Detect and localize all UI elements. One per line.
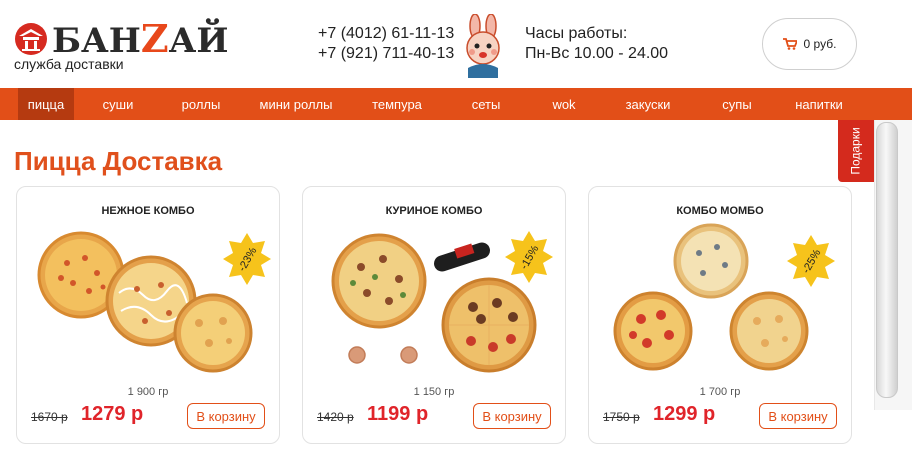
cart-total: 0 руб. [803,37,837,51]
product-title: НЕЖНОЕ КОМБО [101,205,195,217]
nav-item-sets[interactable]: сеты [442,88,530,120]
product-weight: 1 900 гр [127,386,169,398]
logo-subtitle: служба доставки [14,56,124,72]
nav-item-mini-rolls[interactable]: мини роллы [240,88,352,120]
main-nav: пицца суши роллы мини роллы темпура сеты… [0,88,912,120]
phone-numbers: +7 (4012) 61-11-13 +7 (921) 711-40-13 [318,24,454,64]
discount-starburst-icon: -25% [787,235,835,287]
add-to-cart-button[interactable]: В корзину [473,403,551,429]
old-price: 1750 р [603,410,640,424]
pizza-icon [441,277,537,373]
sauce-cup-icon [348,346,418,364]
product-weight: 1 150 гр [413,386,455,398]
pizza-combo-image: -23% [37,231,271,373]
working-hours: Часы работы: Пн-Вс 10.00 - 24.00 [525,24,668,64]
nav-item-tempura[interactable]: темпура [352,88,442,120]
site-header: БАНZАЙ служба доставки +7 (4012) 61-11-1… [0,0,912,88]
current-price: 1279 р [81,403,144,425]
pizza-combo-image: -15% [331,231,553,373]
add-to-cart-button[interactable]: В корзину [187,403,265,429]
product-card[interactable]: КУРИНОЕ КОМБО -15% 1 150 гр 1420 р 1199 … [302,186,566,444]
discount-starburst-icon: -23% [223,233,271,285]
pizza-icon [673,223,749,299]
nav-item-wok[interactable]: wok [530,88,598,120]
current-price: 1199 р [367,403,429,425]
cart-button[interactable]: 0 руб. [762,18,857,70]
pizza-icon [331,233,427,329]
gifts-tab[interactable]: Подарки [838,120,874,182]
bunny-mascot-icon [466,14,500,78]
logo-text-part: АЙ [168,21,229,61]
nav-item-soups[interactable]: супы [698,88,776,120]
discount-starburst-icon: -15% [505,231,553,283]
pizza-combo-image: -25% [613,223,835,371]
nav-item-snacks[interactable]: закуски [598,88,698,120]
logo-text-part: БАН [52,21,141,61]
logo-text: БАНZАЙ [52,16,228,61]
nav-item-sushi[interactable]: суши [74,88,162,120]
product-title: КОМБО МОМБО [676,205,764,217]
add-to-cart-button[interactable]: В корзину [759,403,837,429]
hours-value: Пн-Вс 10.00 - 24.00 [525,45,669,62]
logo-pagoda-icon [15,23,47,55]
old-price: 1670 р [31,410,68,424]
logo-text-z: Z [140,16,169,61]
product-weight: 1 700 гр [699,386,741,398]
nav-item-rolls[interactable]: роллы [162,88,240,120]
phone-link[interactable]: +7 (4012) 61-11-13 [318,24,454,44]
current-price: 1299 р [653,403,716,425]
gifts-tab-label: Подарки [849,127,863,175]
logo[interactable]: БАНZАЙ служба доставки [14,14,228,74]
product-card[interactable]: НЕЖНОЕ КОМБО -23% 1 900 гр 1670 р 1279 р… [16,186,280,444]
nav-item-pizza[interactable]: пицца [18,88,74,120]
cola-bottle-icon [434,242,490,272]
old-price: 1420 р [317,410,354,424]
product-title: КУРИНОЕ КОМБО [385,205,483,217]
page-title: Пицца Доставка [14,146,223,176]
phone-link[interactable]: +7 (921) 711-40-13 [318,44,454,64]
nav-item-drinks[interactable]: напитки [776,88,862,120]
pizza-icon [613,291,693,371]
pizza-icon [173,293,253,373]
hours-title: Часы работы: [525,25,628,42]
side-scrollbar[interactable] [876,122,898,398]
cart-icon [782,38,797,50]
product-card[interactable]: КОМБО МОМБО -25% 1 700 гр 1750 р 1299 р … [588,186,852,444]
pizza-icon [729,291,809,371]
